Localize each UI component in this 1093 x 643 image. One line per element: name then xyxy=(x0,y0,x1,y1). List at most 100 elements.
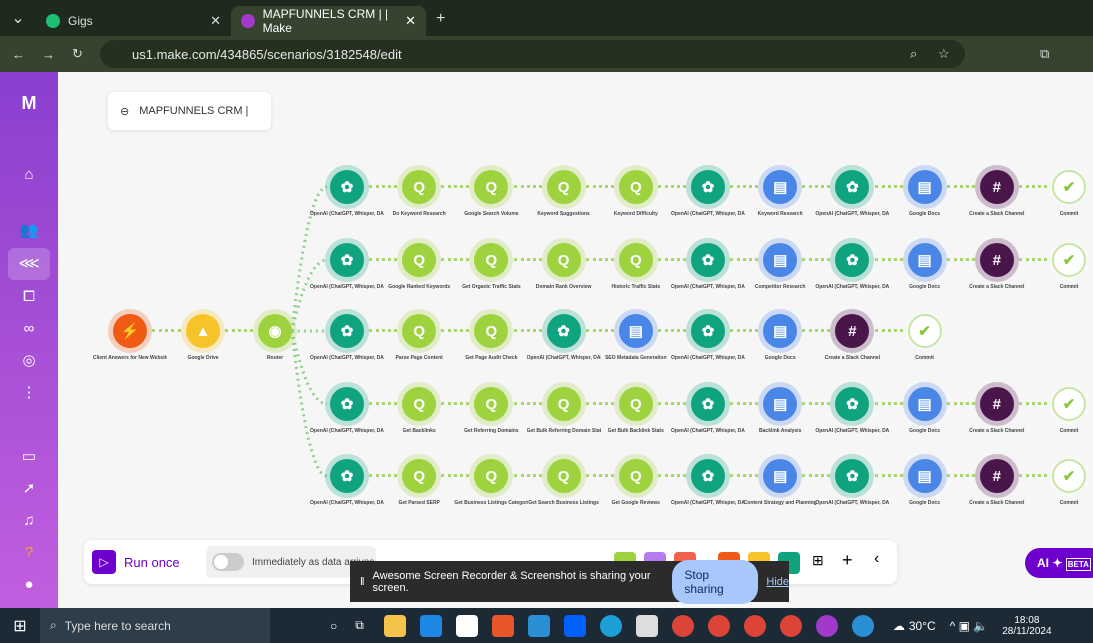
url-input[interactable]: us1.make.com/434865/scenarios/3182548/ed… xyxy=(100,40,965,68)
back-icon[interactable]: ← xyxy=(12,47,25,62)
connection-line[interactable] xyxy=(369,185,398,189)
docs-module[interactable]: ▤ xyxy=(902,238,947,282)
toggle-switch[interactable] xyxy=(212,553,244,571)
docs-module[interactable]: ▤ xyxy=(758,454,803,498)
chrome-icon[interactable] xyxy=(671,614,694,637)
docs-module[interactable]: ▤ xyxy=(758,309,803,353)
task-view-icon[interactable]: ⧉ xyxy=(355,618,364,633)
seo-module[interactable]: Q xyxy=(469,238,514,282)
seo-module[interactable]: Q xyxy=(469,309,514,353)
connection-line[interactable] xyxy=(802,329,831,333)
connection-line[interactable] xyxy=(946,474,975,478)
openai-module[interactable]: ✿ xyxy=(830,454,875,498)
help-app-icon[interactable] xyxy=(851,614,874,637)
extensions-icon[interactable]: ⧉ xyxy=(1040,46,1049,62)
tray-icons[interactable]: ^ ▣ 🔈 xyxy=(950,619,989,633)
close-tab-icon[interactable]: ✕ xyxy=(405,13,416,29)
slack-module[interactable]: # xyxy=(830,309,875,353)
star-icon[interactable]: ☆ xyxy=(938,46,950,62)
connection-line[interactable] xyxy=(513,329,542,333)
commit-module[interactable]: ✔ xyxy=(1049,456,1089,496)
connection-line[interactable] xyxy=(658,329,686,333)
seo-module[interactable]: Q xyxy=(613,454,658,498)
reload-icon[interactable]: ↻ xyxy=(72,46,83,62)
close-tab-icon[interactable]: ✕ xyxy=(210,13,221,29)
seo-module[interactable]: Q xyxy=(541,382,586,426)
webhook-module[interactable]: ⚡ xyxy=(108,309,152,353)
connection-line[interactable] xyxy=(802,474,831,478)
connection-line[interactable] xyxy=(369,474,398,478)
openai-module[interactable]: ✿ xyxy=(830,382,875,426)
seo-module[interactable]: Q xyxy=(397,382,442,426)
openai-module[interactable]: ✿ xyxy=(325,165,369,209)
connection-line[interactable] xyxy=(874,402,903,406)
connection-line[interactable] xyxy=(585,474,614,478)
connection-line[interactable] xyxy=(802,258,831,262)
clock[interactable]: 18:08 28/11/2024 xyxy=(1002,615,1051,637)
scenario-title-box[interactable]: ⊖ MAPFUNNELS CRM | xyxy=(108,92,271,130)
seo-module[interactable]: Q xyxy=(397,165,442,209)
seo-module[interactable]: Q xyxy=(541,165,586,209)
connection-line[interactable] xyxy=(513,185,542,189)
seo-module[interactable]: Q xyxy=(613,165,658,209)
connection-line[interactable] xyxy=(585,185,614,189)
connection-line[interactable] xyxy=(730,185,759,189)
openai-module[interactable]: ✿ xyxy=(686,382,730,426)
openai-module[interactable]: ✿ xyxy=(686,309,730,353)
help-icon[interactable]: ? xyxy=(14,540,44,566)
commit-module[interactable]: ✔ xyxy=(1049,384,1089,424)
connection-line[interactable] xyxy=(1019,402,1047,406)
connection-line[interactable] xyxy=(585,258,614,262)
grid-icon[interactable]: ⊞ xyxy=(812,552,824,569)
connection-line[interactable] xyxy=(513,474,542,478)
openai-module[interactable]: ✿ xyxy=(325,238,369,282)
zoom-icon[interactable]: ⌕ xyxy=(910,46,917,62)
connection-line[interactable] xyxy=(946,258,975,262)
seo-module[interactable]: Q xyxy=(397,309,442,353)
tab-make[interactable]: MAPFUNNELS CRM | | Make ✕ xyxy=(231,6,426,36)
edge-icon[interactable] xyxy=(599,614,622,637)
seo-module[interactable]: Q xyxy=(397,238,442,282)
chrome-icon[interactable] xyxy=(779,614,802,637)
commit-module[interactable]: ✔ xyxy=(904,311,945,351)
connections-icon[interactable]: ∞ xyxy=(14,316,44,342)
connection-line[interactable] xyxy=(730,329,759,333)
slack-module[interactable]: # xyxy=(974,454,1019,498)
rocket-icon[interactable]: ➚ xyxy=(14,476,44,502)
connection-line[interactable] xyxy=(152,329,181,333)
stop-sharing-button[interactable]: Stop sharing xyxy=(672,559,759,604)
dropbox-icon[interactable] xyxy=(563,614,586,637)
connection-line[interactable] xyxy=(1019,258,1047,262)
run-once-button[interactable]: ▷ Run once xyxy=(92,550,180,574)
hide-link[interactable]: Hide xyxy=(766,576,789,588)
commit-module[interactable]: ✔ xyxy=(1049,167,1089,207)
weather-text[interactable]: 30°C xyxy=(909,619,936,633)
commit-module[interactable]: ✔ xyxy=(1049,240,1089,280)
connection-line[interactable] xyxy=(1019,185,1047,189)
connection-line[interactable] xyxy=(874,329,903,333)
docs-module[interactable]: ▤ xyxy=(902,382,947,426)
tab-gigs[interactable]: Gigs ✕ xyxy=(36,6,231,36)
connection-line[interactable] xyxy=(730,474,759,478)
slack-module[interactable]: # xyxy=(974,165,1019,209)
openai-module[interactable]: ✿ xyxy=(686,165,730,209)
seo-module[interactable]: Q xyxy=(469,454,514,498)
chrome-icon[interactable] xyxy=(743,614,766,637)
chrome-icon[interactable] xyxy=(815,614,838,637)
forward-icon[interactable]: → xyxy=(42,47,55,62)
connection-line[interactable] xyxy=(513,258,542,262)
seo-module[interactable]: Q xyxy=(541,238,586,282)
connection-line[interactable] xyxy=(441,258,470,262)
seo-module[interactable]: Q xyxy=(613,238,658,282)
connection-line[interactable] xyxy=(441,185,470,189)
scenarios-icon[interactable]: ⋘ xyxy=(8,248,50,280)
openai-module[interactable]: ✿ xyxy=(325,382,369,426)
docs-icon[interactable]: ▭ xyxy=(14,444,44,470)
windows-start-icon[interactable]: ⊞ xyxy=(0,616,40,636)
apps-icon[interactable]: ⧠ xyxy=(14,284,44,310)
drive-module[interactable]: ▲ xyxy=(181,309,225,353)
connection-line[interactable] xyxy=(1019,474,1047,478)
openai-module[interactable]: ✿ xyxy=(686,454,730,498)
openai-module[interactable]: ✿ xyxy=(686,238,730,282)
connection-line[interactable] xyxy=(874,258,903,262)
